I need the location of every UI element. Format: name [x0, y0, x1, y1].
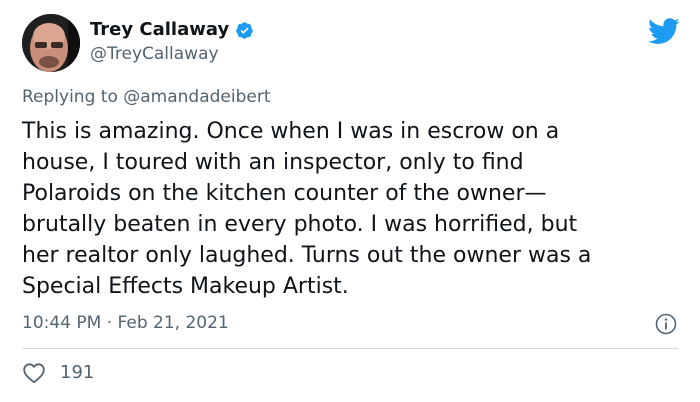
tweet-text-line: brutally beaten in every photo. I was ho…	[22, 212, 578, 237]
tweet-text-line: her realtor only laughed. Turns out the …	[22, 243, 592, 268]
divider	[22, 348, 678, 349]
like-count: 191	[60, 362, 95, 383]
tweet-text-line: This is amazing. Once when I was in escr…	[22, 119, 560, 144]
info-icon[interactable]	[654, 312, 678, 336]
heart-icon[interactable]	[22, 362, 46, 384]
meta-separator: ·	[106, 313, 113, 333]
twitter-bird-icon[interactable]	[648, 18, 680, 45]
tweet-timestamp[interactable]: 10:44 PM · Feb 21, 2021	[22, 312, 229, 334]
tweet-time: 10:44 PM	[22, 313, 102, 333]
tweet-text-line: house, I toured with an inspector, only …	[22, 150, 524, 175]
display-name[interactable]: Trey Callaway	[90, 18, 229, 42]
avatar-image	[22, 14, 80, 72]
reply-context: Replying to @amandadeibert	[22, 86, 271, 108]
tweet-text-line: Special Effects Makeup Artist.	[22, 274, 349, 299]
tweet-card: Trey Callaway @TreyCallaway Replying to …	[0, 0, 700, 402]
tweet-text-line: Polaroids on the kitchen counter of the …	[22, 181, 547, 206]
avatar[interactable]	[22, 14, 80, 72]
tweet-text: This is amazing. Once when I was in escr…	[22, 116, 682, 302]
tweet-date: Feb 21, 2021	[117, 313, 229, 333]
verified-badge-icon	[236, 21, 253, 39]
author-block: Trey Callaway @TreyCallaway	[90, 18, 254, 65]
author-handle[interactable]: @TreyCallaway	[90, 43, 254, 65]
like-action[interactable]: 191	[22, 362, 94, 384]
reply-to-handle[interactable]: @amandadeibert	[123, 87, 270, 107]
name-row: Trey Callaway	[90, 18, 254, 42]
reply-prefix: Replying to	[22, 87, 118, 107]
